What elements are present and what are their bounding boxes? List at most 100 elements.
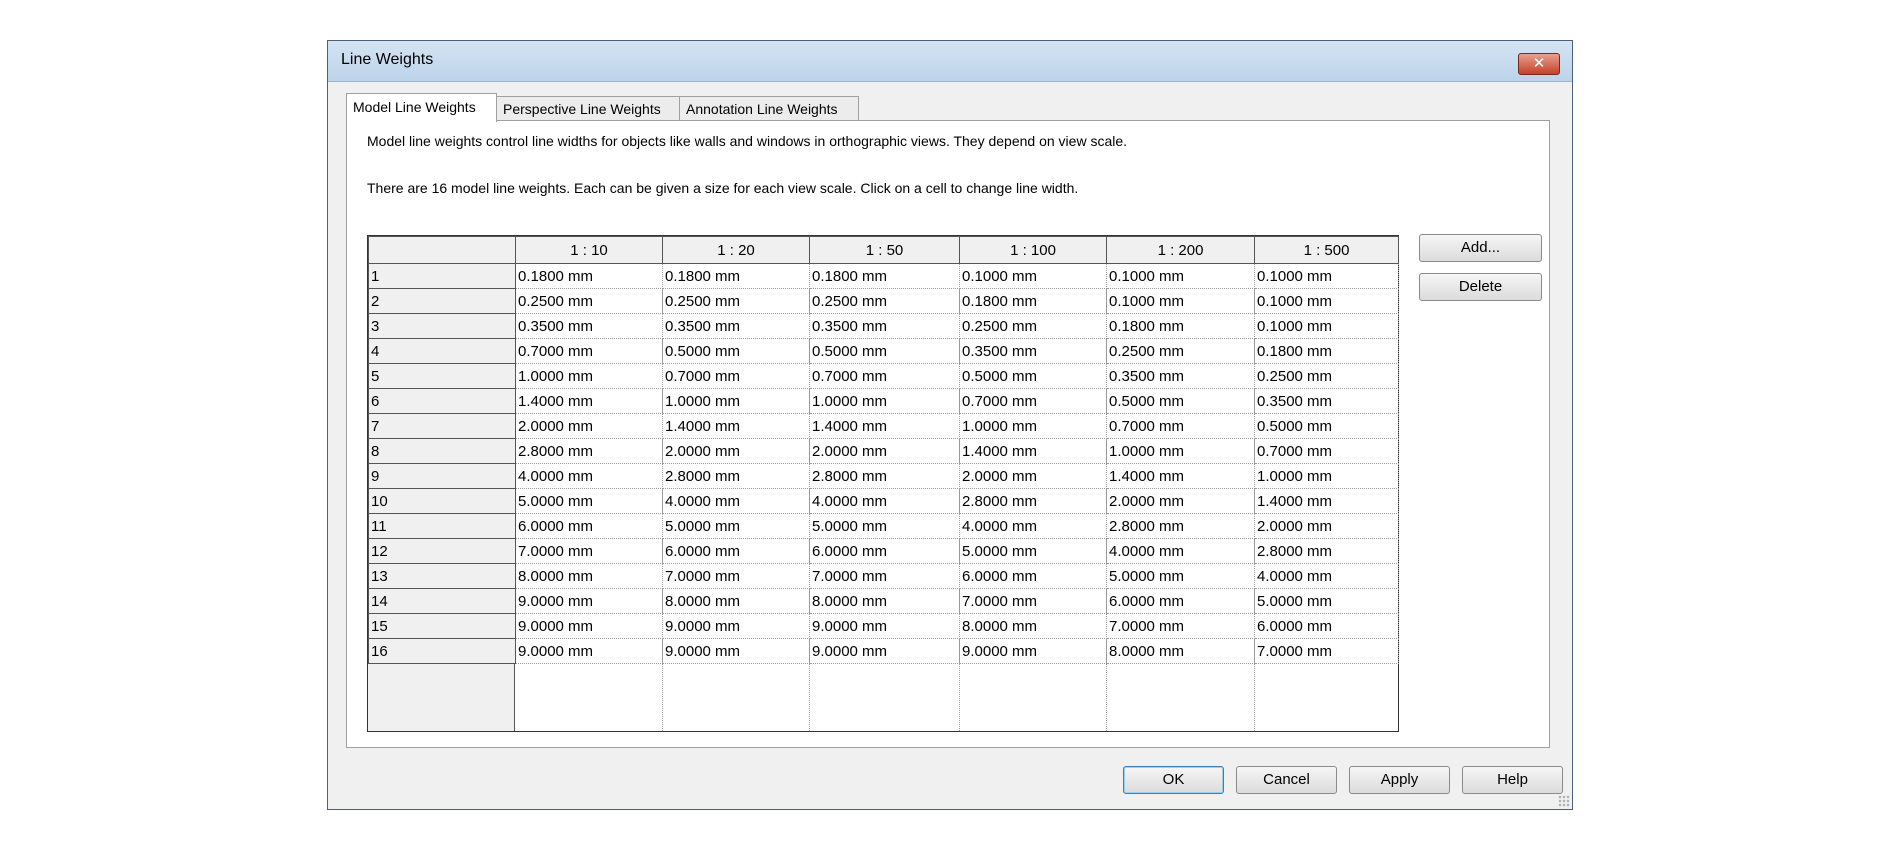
line-weight-cell[interactable]: 1.0000 mm: [1106, 438, 1255, 464]
line-weight-cell[interactable]: 1.4000 mm: [515, 388, 663, 414]
line-weight-cell[interactable]: 8.0000 mm: [515, 563, 663, 589]
line-weight-cell[interactable]: 0.1000 mm: [1254, 313, 1399, 339]
column-header-1-10[interactable]: 1 : 10: [515, 236, 663, 264]
line-weight-cell[interactable]: 0.1800 mm: [1254, 338, 1399, 364]
line-weight-cell[interactable]: 0.7000 mm: [1106, 413, 1255, 439]
line-weight-cell[interactable]: 9.0000 mm: [662, 638, 810, 664]
line-weight-cell[interactable]: 2.8000 mm: [1106, 513, 1255, 539]
line-weight-cell[interactable]: 0.1000 mm: [1254, 263, 1399, 289]
line-weight-cell[interactable]: 0.3500 mm: [809, 313, 960, 339]
line-weight-cell[interactable]: 0.7000 mm: [809, 363, 960, 389]
row-header[interactable]: 16: [368, 638, 516, 664]
line-weight-cell[interactable]: 2.0000 mm: [515, 413, 663, 439]
line-weight-cell[interactable]: 9.0000 mm: [515, 588, 663, 614]
line-weight-cell[interactable]: 5.0000 mm: [809, 513, 960, 539]
line-weight-cell[interactable]: 9.0000 mm: [809, 638, 960, 664]
line-weight-cell[interactable]: 0.2500 mm: [1254, 363, 1399, 389]
row-header[interactable]: 14: [368, 588, 516, 614]
line-weight-cell[interactable]: 7.0000 mm: [1106, 613, 1255, 639]
line-weight-cell[interactable]: 0.1000 mm: [1254, 288, 1399, 314]
row-header[interactable]: 3: [368, 313, 516, 339]
line-weight-cell[interactable]: 0.2500 mm: [1106, 338, 1255, 364]
line-weight-cell[interactable]: 9.0000 mm: [809, 613, 960, 639]
line-weight-cell[interactable]: 7.0000 mm: [809, 563, 960, 589]
line-weight-cell[interactable]: 0.1000 mm: [1106, 263, 1255, 289]
column-header-1-50[interactable]: 1 : 50: [809, 236, 960, 264]
line-weight-cell[interactable]: 2.0000 mm: [1106, 488, 1255, 514]
line-weight-cell[interactable]: 5.0000 mm: [515, 488, 663, 514]
line-weight-cell[interactable]: 0.5000 mm: [809, 338, 960, 364]
line-weight-cell[interactable]: 0.7000 mm: [662, 363, 810, 389]
line-weight-cell[interactable]: 8.0000 mm: [1106, 638, 1255, 664]
line-weight-cell[interactable]: 8.0000 mm: [959, 613, 1107, 639]
line-weight-cell[interactable]: 0.3500 mm: [1254, 388, 1399, 414]
line-weight-cell[interactable]: 9.0000 mm: [662, 613, 810, 639]
line-weight-cell[interactable]: 4.0000 mm: [959, 513, 1107, 539]
column-header-1-20[interactable]: 1 : 20: [662, 236, 810, 264]
line-weight-cell[interactable]: 4.0000 mm: [1106, 538, 1255, 564]
row-header[interactable]: 11: [368, 513, 516, 539]
line-weight-cell[interactable]: 5.0000 mm: [959, 538, 1107, 564]
line-weight-cell[interactable]: 2.8000 mm: [662, 463, 810, 489]
line-weight-cell[interactable]: 9.0000 mm: [515, 638, 663, 664]
line-weight-cell[interactable]: 1.0000 mm: [515, 363, 663, 389]
line-weight-cell[interactable]: 0.1800 mm: [959, 288, 1107, 314]
line-weight-cell[interactable]: 0.1000 mm: [959, 263, 1107, 289]
line-weight-cell[interactable]: 1.0000 mm: [809, 388, 960, 414]
line-weight-cell[interactable]: 7.0000 mm: [662, 563, 810, 589]
apply-button[interactable]: Apply: [1349, 766, 1450, 794]
line-weight-cell[interactable]: 1.4000 mm: [662, 413, 810, 439]
line-weight-cell[interactable]: 1.0000 mm: [1254, 463, 1399, 489]
line-weight-cell[interactable]: 1.0000 mm: [959, 413, 1107, 439]
row-header[interactable]: 9: [368, 463, 516, 489]
line-weight-cell[interactable]: 5.0000 mm: [662, 513, 810, 539]
line-weight-cell[interactable]: 2.0000 mm: [662, 438, 810, 464]
tab-perspective-line-weights[interactable]: Perspective Line Weights: [496, 96, 680, 120]
line-weight-cell[interactable]: 0.7000 mm: [1254, 438, 1399, 464]
line-weight-cell[interactable]: 0.1800 mm: [1106, 313, 1255, 339]
tab-annotation-line-weights[interactable]: Annotation Line Weights: [679, 96, 859, 120]
line-weight-cell[interactable]: 7.0000 mm: [1254, 638, 1399, 664]
line-weight-cell[interactable]: 8.0000 mm: [662, 588, 810, 614]
row-header[interactable]: 8: [368, 438, 516, 464]
column-header-1-500[interactable]: 1 : 500: [1254, 236, 1399, 264]
line-weight-cell[interactable]: 0.3500 mm: [1106, 363, 1255, 389]
help-button[interactable]: Help: [1462, 766, 1563, 794]
line-weight-cell[interactable]: 4.0000 mm: [515, 463, 663, 489]
line-weight-cell[interactable]: 0.2500 mm: [515, 288, 663, 314]
ok-button[interactable]: OK: [1123, 766, 1224, 794]
line-weight-cell[interactable]: 0.1800 mm: [809, 263, 960, 289]
delete-button[interactable]: Delete: [1419, 273, 1542, 301]
line-weight-cell[interactable]: 0.1800 mm: [662, 263, 810, 289]
line-weight-cell[interactable]: 0.7000 mm: [515, 338, 663, 364]
line-weight-cell[interactable]: 8.0000 mm: [809, 588, 960, 614]
line-weight-cell[interactable]: 4.0000 mm: [1254, 563, 1399, 589]
line-weight-cell[interactable]: 0.2500 mm: [662, 288, 810, 314]
line-weight-cell[interactable]: 0.1800 mm: [515, 263, 663, 289]
line-weight-cell[interactable]: 2.0000 mm: [809, 438, 960, 464]
row-header[interactable]: 5: [368, 363, 516, 389]
line-weight-cell[interactable]: 0.3500 mm: [662, 313, 810, 339]
line-weight-cell[interactable]: 1.0000 mm: [662, 388, 810, 414]
line-weight-cell[interactable]: 6.0000 mm: [515, 513, 663, 539]
line-weight-cell[interactable]: 2.8000 mm: [515, 438, 663, 464]
line-weight-cell[interactable]: 6.0000 mm: [1106, 588, 1255, 614]
line-weight-cell[interactable]: 0.7000 mm: [959, 388, 1107, 414]
line-weight-cell[interactable]: 7.0000 mm: [515, 538, 663, 564]
line-weight-cell[interactable]: 7.0000 mm: [959, 588, 1107, 614]
line-weight-cell[interactable]: 5.0000 mm: [1254, 588, 1399, 614]
title-bar[interactable]: Line Weights ✕: [328, 41, 1572, 82]
column-header-1-200[interactable]: 1 : 200: [1106, 236, 1255, 264]
line-weight-cell[interactable]: 0.5000 mm: [662, 338, 810, 364]
resize-grip[interactable]: [1558, 795, 1570, 807]
line-weight-cell[interactable]: 5.0000 mm: [1106, 563, 1255, 589]
line-weight-cell[interactable]: 0.2500 mm: [809, 288, 960, 314]
line-weight-cell[interactable]: 1.4000 mm: [1106, 463, 1255, 489]
line-weight-cell[interactable]: 4.0000 mm: [809, 488, 960, 514]
row-header[interactable]: 1: [368, 263, 516, 289]
line-weight-cell[interactable]: 0.3500 mm: [959, 338, 1107, 364]
line-weight-cell[interactable]: 2.0000 mm: [1254, 513, 1399, 539]
line-weight-cell[interactable]: 1.4000 mm: [809, 413, 960, 439]
line-weight-cell[interactable]: 0.5000 mm: [1106, 388, 1255, 414]
line-weight-cell[interactable]: 2.0000 mm: [959, 463, 1107, 489]
